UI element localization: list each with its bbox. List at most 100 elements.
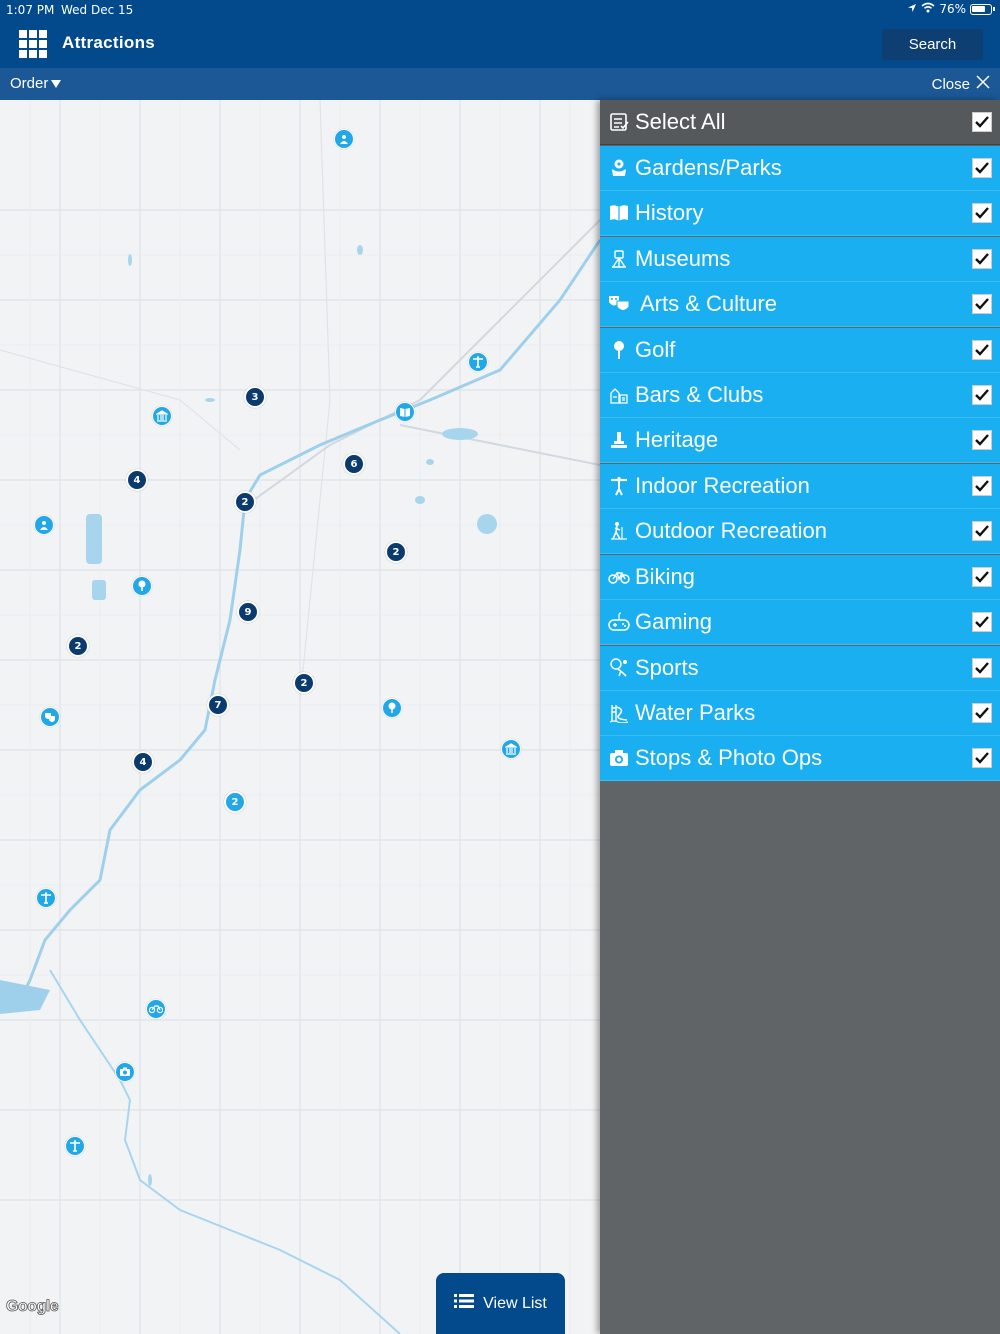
camera-icon (608, 747, 630, 769)
weightlifter-icon (608, 475, 630, 497)
map-pin-museum[interactable] (501, 739, 521, 759)
filter-label: Bars & Clubs (635, 382, 764, 407)
map-pin-indoor-recreation[interactable] (468, 352, 488, 372)
filter-label: Golf (635, 337, 676, 362)
filter-checkbox[interactable] (972, 430, 992, 450)
filter-checkbox[interactable] (972, 158, 992, 178)
filter-checkbox[interactable] (972, 385, 992, 405)
filter-row-gaming[interactable]: Gaming (600, 600, 1000, 645)
map-cluster[interactable]: 2 (234, 491, 256, 513)
filter-checkbox[interactable] (972, 703, 992, 723)
bicycle-icon (608, 566, 630, 588)
status-indicators: 76% (907, 2, 995, 16)
map-cluster[interactable]: 2 (67, 635, 89, 657)
map-pin-history[interactable] (395, 402, 415, 422)
filter-row-outdoor-recreation[interactable]: Outdoor Recreation (600, 509, 1000, 554)
filter-row-indoor-recreation[interactable]: Indoor Recreation (600, 464, 1000, 509)
indoor-recreation-icon (473, 356, 483, 368)
book-icon (608, 202, 630, 224)
filter-row-biking[interactable]: Biking (600, 555, 1000, 600)
golf-icon (608, 339, 630, 361)
monument-icon (608, 429, 630, 451)
filter-checkbox[interactable] (972, 203, 992, 223)
map-pin-outdoor-recreation[interactable] (334, 129, 354, 149)
select-all-row[interactable]: Select All (600, 100, 1000, 145)
dice-icon (608, 611, 630, 633)
map-cluster[interactable]: 2 (385, 541, 407, 563)
map-cluster[interactable]: 2 (224, 791, 246, 813)
map-pin-outdoor-recreation[interactable] (34, 515, 54, 535)
filter-row-history[interactable]: History (600, 191, 1000, 236)
camera-icon (120, 1067, 130, 1076)
filter-row-bars-clubs[interactable]: Bars & Clubs (600, 373, 1000, 418)
arts-culture-icon (45, 713, 55, 722)
filter-checkbox[interactable] (972, 521, 992, 541)
map-pin-biking[interactable] (146, 999, 166, 1019)
select-all-label: Select All (635, 109, 726, 134)
close-button[interactable]: Close (932, 75, 990, 93)
select-all-checkbox[interactable] (972, 112, 992, 132)
map-view[interactable]: 3 4 2 6 2 9 2 2 7 4 2 Google View List (0, 100, 600, 1334)
caret-down-icon (51, 79, 62, 88)
filter-row-museums[interactable]: Museums (600, 237, 1000, 282)
filter-row-water-parks[interactable]: Water Parks (600, 691, 1000, 736)
museum-icon (608, 248, 630, 270)
order-button[interactable]: Order (10, 75, 62, 92)
map-cluster[interactable]: 4 (126, 469, 148, 491)
close-label: Close (931, 75, 970, 93)
filter-label: Water Parks (635, 700, 756, 725)
status-date: Wed Dec 15 (61, 3, 134, 17)
filter-checkbox[interactable] (972, 658, 992, 678)
map-cluster[interactable]: 7 (207, 694, 229, 716)
filter-label: Heritage (635, 427, 719, 452)
status-time: 1:07 PM (6, 3, 55, 17)
filter-row-stops-photo-ops[interactable]: Stops & Photo Ops (600, 736, 1000, 781)
list-icon (454, 1293, 475, 1314)
view-list-button[interactable]: View List (436, 1273, 565, 1334)
filter-label: Outdoor Recreation (635, 518, 827, 543)
filter-label: Biking (635, 564, 695, 589)
filter-checkbox[interactable] (972, 294, 992, 314)
museum-icon (505, 743, 517, 755)
outdoor-recreation-icon (40, 521, 48, 530)
map-cluster[interactable]: 6 (343, 453, 365, 475)
map-pin-arts-culture[interactable] (40, 707, 60, 727)
map-cluster[interactable]: 2 (293, 672, 315, 694)
map-pin-museum[interactable] (152, 406, 172, 426)
map-pin-indoor-recreation[interactable] (65, 1136, 85, 1156)
filter-checkbox[interactable] (972, 340, 992, 360)
history-icon (400, 408, 410, 417)
waterslide-icon (608, 702, 630, 724)
filter-label: Museums (635, 246, 731, 271)
map-cluster[interactable]: 3 (244, 386, 266, 408)
masks-icon (608, 293, 630, 315)
filter-row-golf[interactable]: Golf (600, 328, 1000, 373)
golf-icon (138, 580, 146, 591)
app-header: Attractions Search (0, 20, 1000, 68)
filter-row-heritage[interactable]: Heritage (600, 418, 1000, 463)
filter-row-sports[interactable]: Sports (600, 646, 1000, 691)
filter-label: Stops & Photo Ops (635, 745, 823, 770)
status-bar: 1:07 PM Wed Dec 15 76% (0, 0, 1000, 20)
map-pin-golf[interactable] (382, 698, 402, 718)
filter-checkbox[interactable] (972, 567, 992, 587)
filter-checkbox[interactable] (972, 249, 992, 269)
map-pin-indoor-recreation[interactable] (36, 888, 56, 908)
map-pin-camera[interactable] (115, 1062, 135, 1082)
filter-checkbox[interactable] (972, 476, 992, 496)
category-filter-panel: Select All Gardens/Parks History Museums… (600, 100, 1000, 1334)
filter-label: History (635, 200, 704, 225)
search-button[interactable]: Search (882, 29, 983, 60)
museum-icon (156, 410, 168, 422)
map-pin-golf[interactable] (132, 576, 152, 596)
map-cluster[interactable]: 4 (132, 751, 154, 773)
filter-row-gardens-parks[interactable]: Gardens/Parks (600, 146, 1000, 191)
filter-checkbox[interactable] (972, 748, 992, 768)
map-cluster[interactable]: 9 (237, 601, 259, 623)
menu-grid-icon[interactable] (19, 30, 47, 58)
filter-label: Gaming (635, 609, 713, 634)
golf-icon (388, 702, 396, 713)
google-logo: Google (6, 1298, 59, 1316)
filter-row-arts-culture[interactable]: Arts & Culture (600, 282, 1000, 327)
filter-checkbox[interactable] (972, 612, 992, 632)
